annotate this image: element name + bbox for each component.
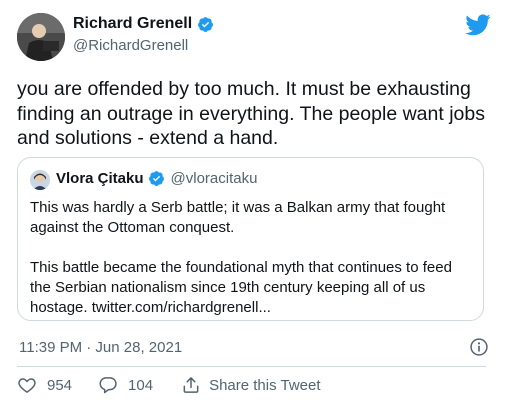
verified-badge-icon (148, 170, 165, 187)
info-icon[interactable] (469, 337, 489, 357)
reply-button[interactable]: 104 (98, 375, 153, 395)
share-button[interactable]: Share this Tweet (181, 375, 321, 395)
quoted-paragraph-2: This battle became the foundational myth… (30, 259, 452, 316)
quoted-author-row: Vlora Çitaku @vloracitaku (56, 170, 257, 187)
quoted-tweet-text: This was hardly a Serb battle; it was a … (30, 198, 470, 338)
quoted-author-avatar (30, 170, 50, 190)
share-label: Share this Tweet (209, 376, 321, 394)
author-name[interactable]: Richard Grenell (73, 15, 192, 33)
reply-count: 104 (128, 376, 154, 394)
like-count: 954 (47, 376, 73, 394)
divider (17, 366, 486, 367)
quoted-author-name: Vlora Çitaku (56, 170, 144, 187)
tweet-timestamp[interactable]: 11:39 PM · Jun 28, 2021 (19, 339, 182, 356)
quoted-author-handle: @vloracitaku (170, 170, 258, 187)
author-avatar[interactable] (17, 13, 65, 61)
tweet-text: you are offended by too much. It must be… (17, 78, 485, 149)
tweet-card: Richard Grenell @RichardGrenell you are … (0, 0, 505, 402)
quoted-paragraph-1: This was hardly a Serb battle; it was a … (30, 199, 446, 236)
speech-bubble-icon (99, 377, 117, 394)
author-handle[interactable]: @RichardGrenell (73, 37, 188, 54)
like-button[interactable]: 954 (17, 375, 72, 395)
verified-badge-icon (197, 16, 214, 33)
twitter-bird-icon[interactable] (465, 14, 491, 36)
author-name-row: Richard Grenell (73, 15, 214, 33)
heart-icon (18, 378, 36, 393)
action-bar: 954 104 Share this Tweet (17, 375, 321, 395)
quoted-tweet[interactable]: Vlora Çitaku @vloracitaku This was hardl… (17, 157, 484, 321)
share-upload-icon (183, 377, 199, 393)
